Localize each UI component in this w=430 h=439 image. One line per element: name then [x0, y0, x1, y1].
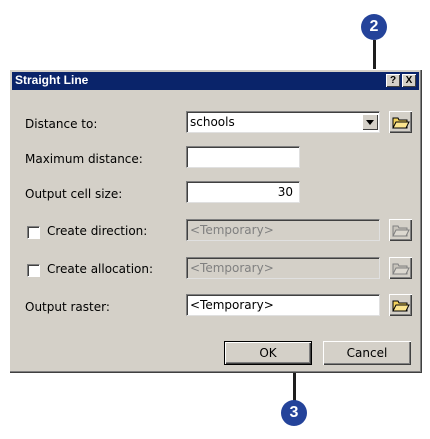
straight-line-dialog: Straight Line ? X Distance to: schools M… [9, 69, 422, 373]
open-folder-icon [392, 117, 410, 129]
maximum-distance-input[interactable] [186, 146, 300, 168]
output-cell-size-input[interactable]: 30 [186, 181, 300, 203]
create-direction-label: Create direction: [47, 224, 148, 238]
distance-to-value: schools [190, 115, 235, 129]
distance-to-label: Distance to: [25, 117, 98, 131]
output-raster-browse-button[interactable] [389, 294, 412, 316]
chevron-down-icon[interactable] [362, 114, 378, 130]
distance-to-select[interactable]: schools [186, 111, 380, 133]
callout-3: 3 [281, 400, 307, 426]
maximum-distance-label: Maximum distance: [25, 152, 143, 166]
create-allocation-checkbox[interactable] [27, 264, 40, 277]
output-raster-input[interactable]: <Temporary> [186, 294, 380, 316]
open-folder-icon [392, 300, 410, 312]
create-allocation-label: Create allocation: [47, 262, 154, 276]
output-raster-label: Output raster: [25, 300, 110, 314]
create-allocation-browse-button [389, 257, 412, 279]
create-direction-browse-button [389, 219, 412, 241]
dialog-title: Straight Line [15, 73, 89, 87]
cancel-button[interactable]: Cancel [323, 341, 411, 365]
output-cell-size-label: Output cell size: [25, 187, 123, 201]
title-bar: Straight Line ? X [12, 72, 419, 90]
open-folder-icon [392, 225, 410, 237]
create-direction-checkbox[interactable] [27, 226, 40, 239]
callout-2: 2 [361, 14, 387, 40]
create-allocation-input: <Temporary> [186, 257, 380, 279]
close-button[interactable]: X [402, 74, 416, 87]
help-button[interactable]: ? [386, 74, 400, 87]
distance-to-browse-button[interactable] [389, 111, 412, 133]
create-direction-input: <Temporary> [186, 219, 380, 241]
ok-button[interactable]: OK [224, 341, 312, 365]
open-folder-icon [392, 263, 410, 275]
